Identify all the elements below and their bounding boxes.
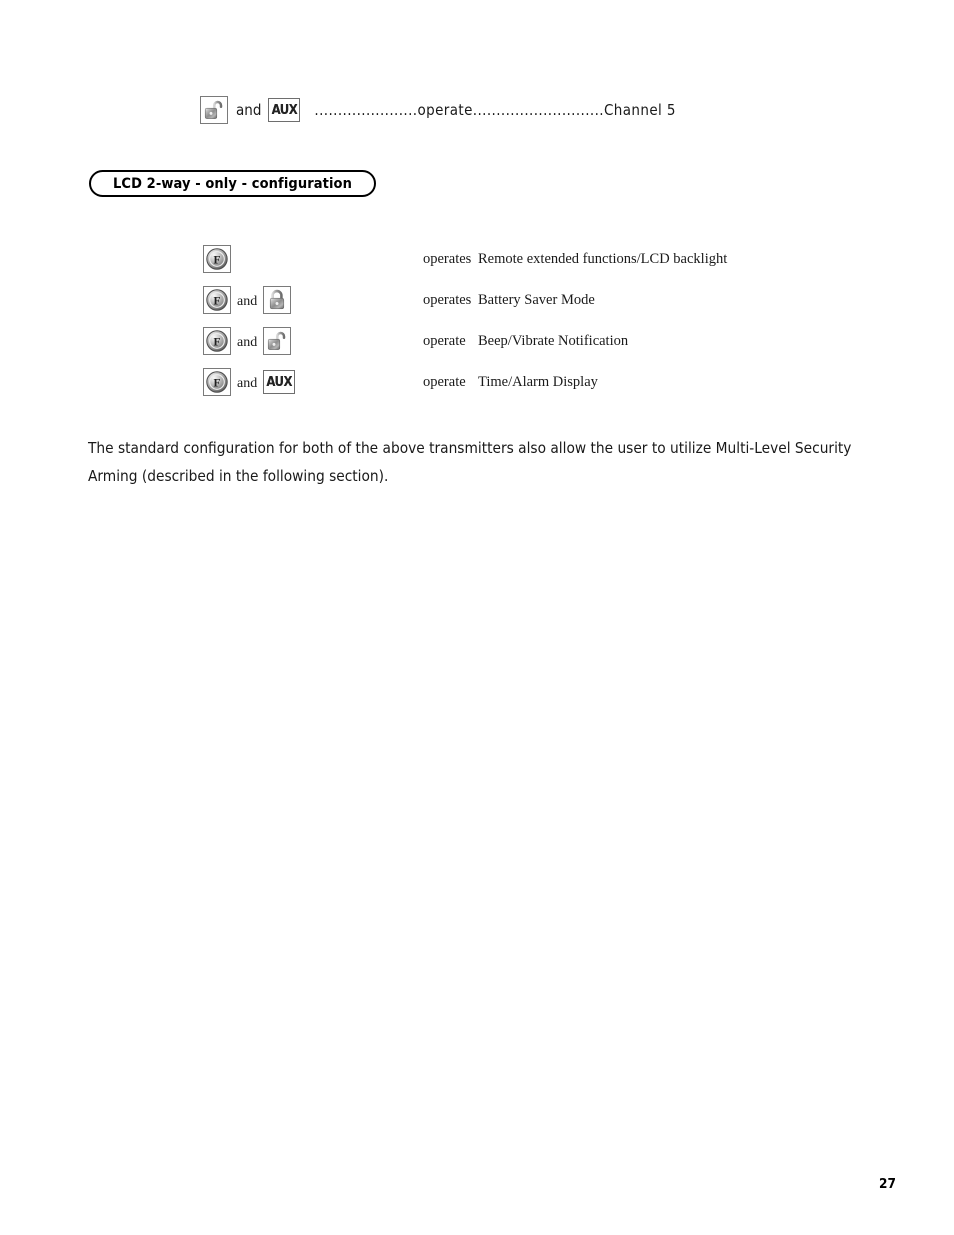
combination-icons: F and: [203, 326, 292, 356]
combination-row: F and AUX operate Time/Alarm Display: [203, 367, 903, 408]
button-combination-list: F operates Remote extended functions/LCD…: [203, 244, 903, 408]
page-number: 27: [879, 1176, 896, 1192]
locked-padlock-icon: [263, 286, 292, 314]
function-f-icon: F: [203, 368, 231, 396]
function-f-icon: F: [203, 327, 231, 355]
combination-description: Time/Alarm Display: [478, 374, 598, 390]
aux-icon-label: AUX: [271, 102, 298, 118]
combination-verb: operates: [423, 292, 472, 308]
svg-text:F: F: [213, 378, 220, 390]
top-line-and-label: and: [236, 101, 262, 119]
combination-verb: operates: [423, 251, 472, 267]
combination-description: Remote extended functions/LCD backlight: [478, 251, 728, 267]
combination-row: F and operates Battery Saver Mode: [203, 285, 903, 326]
aux-icon: AUX: [268, 98, 301, 122]
combination-icons: F: [203, 244, 231, 274]
unlocked-padlock-icon: [200, 96, 228, 124]
combination-and-label: and: [237, 376, 258, 391]
channel-five-line: and AUX ......................operate...…: [200, 96, 676, 124]
combination-verb: operate: [423, 333, 466, 349]
combination-icons: F and AUX: [203, 367, 296, 397]
aux-icon-label: AUX: [266, 374, 293, 390]
function-f-icon: F: [203, 286, 231, 314]
combination-and-label: and: [237, 335, 258, 350]
closing-paragraph: The standard configuration for both of t…: [88, 439, 852, 486]
combination-icons: F and: [203, 285, 292, 315]
combination-row: F and operate Beep/Vibrate Notification: [203, 326, 903, 367]
combination-verb: operate: [423, 374, 466, 390]
aux-icon: AUX: [263, 370, 296, 394]
svg-text:F: F: [213, 337, 220, 349]
section-heading-label: LCD 2-way - only - configuration: [113, 175, 353, 192]
channel-leader-text: ......................operate...........…: [314, 101, 676, 119]
combination-row: F operates Remote extended functions/LCD…: [203, 244, 903, 285]
unlocked-padlock-icon: [263, 327, 292, 355]
function-f-icon: F: [203, 245, 231, 273]
section-heading-pill: LCD 2-way - only - configuration: [89, 170, 377, 197]
combination-description: Beep/Vibrate Notification: [478, 333, 629, 349]
svg-text:F: F: [213, 255, 220, 267]
combination-and-label: and: [237, 294, 258, 309]
svg-text:F: F: [213, 296, 220, 308]
combination-description: Battery Saver Mode: [478, 292, 595, 308]
